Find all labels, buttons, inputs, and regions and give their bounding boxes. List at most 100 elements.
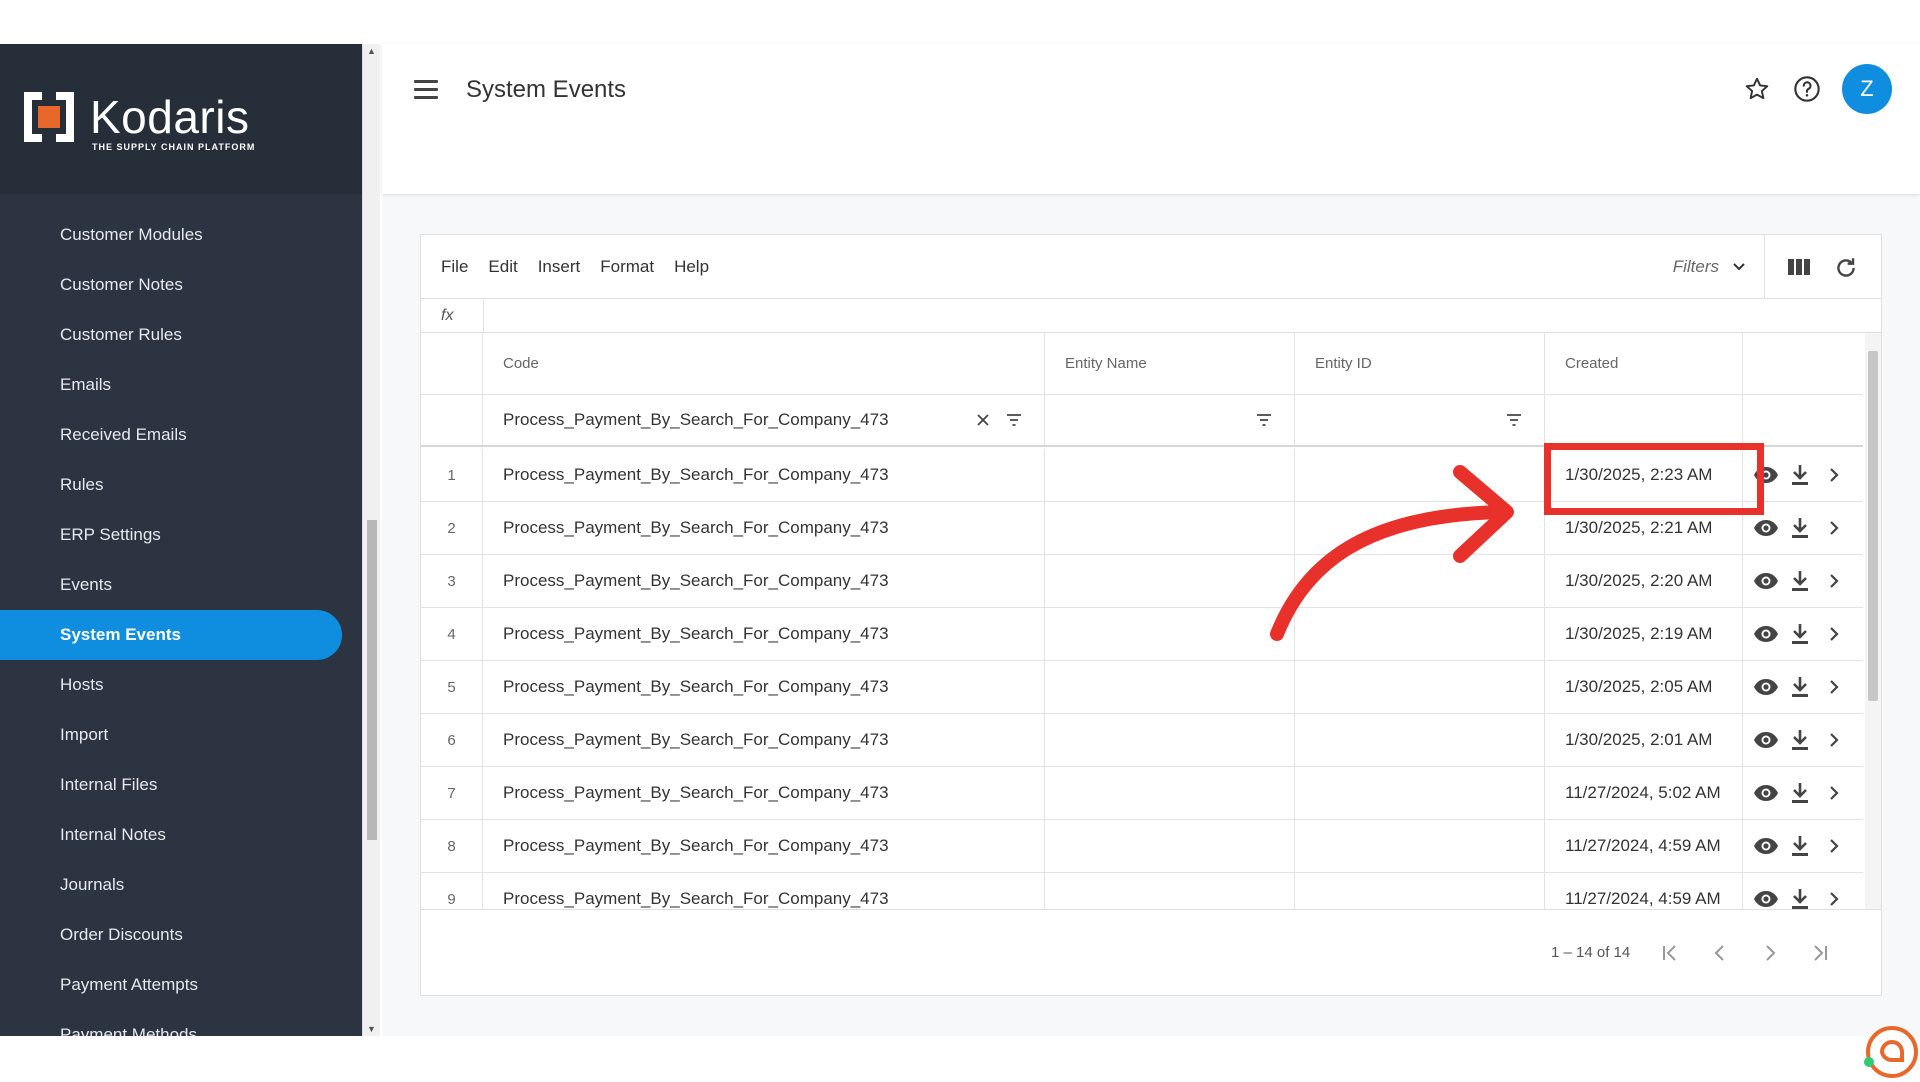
column-header-code[interactable]: Code bbox=[483, 333, 1045, 394]
filter-icon[interactable] bbox=[1006, 413, 1022, 427]
table-row[interactable]: 7 Process_Payment_By_Search_For_Company_4… bbox=[421, 767, 1863, 820]
entity-id-filter-input[interactable] bbox=[1295, 395, 1545, 445]
eye-icon[interactable] bbox=[1749, 890, 1783, 908]
created-cell[interactable]: 11/27/2024, 4:59 AM bbox=[1545, 820, 1743, 872]
eye-icon[interactable] bbox=[1749, 572, 1783, 590]
formula-bar[interactable]: fx bbox=[421, 299, 1881, 333]
eye-icon[interactable] bbox=[1749, 678, 1783, 696]
entity-name-cell[interactable] bbox=[1045, 661, 1295, 713]
menu-insert[interactable]: Insert bbox=[538, 257, 581, 277]
chevron-right-icon[interactable] bbox=[1817, 626, 1851, 642]
scroll-down-arrow-icon[interactable]: ▼ bbox=[367, 1024, 376, 1034]
created-cell[interactable]: 11/27/2024, 5:02 AM bbox=[1545, 767, 1743, 819]
sidebar-item-hosts[interactable]: Hosts bbox=[0, 660, 342, 710]
code-filter-input[interactable]: Process_Payment_By_Search_For_Company_47… bbox=[483, 395, 1045, 445]
entity-name-cell[interactable] bbox=[1045, 873, 1295, 909]
entity-id-cell[interactable] bbox=[1295, 820, 1545, 872]
chevron-right-icon[interactable] bbox=[1817, 732, 1851, 748]
entity-id-cell[interactable] bbox=[1295, 873, 1545, 909]
created-cell[interactable]: 1/30/2025, 2:19 AM bbox=[1545, 608, 1743, 660]
sidebar-item-customer-notes[interactable]: Customer Notes bbox=[0, 260, 342, 310]
sidebar-item-import[interactable]: Import bbox=[0, 710, 342, 760]
download-icon[interactable] bbox=[1783, 517, 1817, 539]
avatar[interactable]: Z bbox=[1842, 64, 1892, 114]
sidebar-item-received-emails[interactable]: Received Emails bbox=[0, 410, 342, 460]
column-header-entity-name[interactable]: Entity Name bbox=[1045, 333, 1295, 394]
code-cell[interactable]: Process_Payment_By_Search_For_Company_47… bbox=[483, 714, 1045, 766]
filter-icon[interactable] bbox=[1256, 413, 1272, 427]
menu-help[interactable]: Help bbox=[674, 257, 709, 277]
table-row[interactable]: 4 Process_Payment_By_Search_For_Company_4… bbox=[421, 608, 1863, 661]
table-row[interactable]: 3 Process_Payment_By_Search_For_Company_4… bbox=[421, 555, 1863, 608]
chat-widget-icon[interactable] bbox=[1860, 1022, 1920, 1082]
sidebar-item-payment-attempts[interactable]: Payment Attempts bbox=[0, 960, 342, 1010]
sidebar-item-events[interactable]: Events bbox=[0, 560, 342, 610]
eye-icon[interactable] bbox=[1749, 519, 1783, 537]
entity-name-cell[interactable] bbox=[1045, 767, 1295, 819]
created-cell[interactable]: 11/27/2024, 4:59 AM bbox=[1545, 873, 1743, 909]
entity-id-cell[interactable] bbox=[1295, 714, 1545, 766]
table-row[interactable]: 9 Process_Payment_By_Search_For_Company_4… bbox=[421, 873, 1863, 909]
created-cell[interactable]: 1/30/2025, 2:20 AM bbox=[1545, 555, 1743, 607]
filters-dropdown[interactable]: Filters bbox=[1673, 257, 1747, 277]
download-icon[interactable] bbox=[1783, 623, 1817, 645]
chevron-right-icon[interactable] bbox=[1817, 573, 1851, 589]
menu-icon[interactable] bbox=[414, 80, 438, 100]
sidebar-scrollbar[interactable]: ▲ ▼ bbox=[362, 44, 380, 1036]
columns-icon[interactable] bbox=[1787, 257, 1811, 282]
next-page-icon[interactable] bbox=[1755, 938, 1785, 968]
sidebar-item-customer-modules[interactable]: Customer Modules bbox=[0, 210, 342, 260]
download-icon[interactable] bbox=[1783, 782, 1817, 804]
code-cell[interactable]: Process_Payment_By_Search_For_Company_47… bbox=[483, 767, 1045, 819]
menu-file[interactable]: File bbox=[441, 257, 468, 277]
sidebar-item-payment-methods[interactable]: Payment Methods bbox=[0, 1010, 342, 1036]
download-icon[interactable] bbox=[1783, 888, 1817, 909]
star-icon[interactable] bbox=[1742, 74, 1772, 104]
filter-icon[interactable] bbox=[1506, 413, 1522, 427]
clear-icon[interactable] bbox=[976, 413, 990, 427]
chevron-right-icon[interactable] bbox=[1817, 838, 1851, 854]
chevron-right-icon[interactable] bbox=[1817, 785, 1851, 801]
entity-name-filter-input[interactable] bbox=[1045, 395, 1295, 445]
entity-name-cell[interactable] bbox=[1045, 820, 1295, 872]
sidebar-item-system-events[interactable]: System Events bbox=[0, 610, 342, 660]
entity-name-cell[interactable] bbox=[1045, 714, 1295, 766]
help-icon[interactable] bbox=[1792, 74, 1822, 104]
sidebar-item-journals[interactable]: Journals bbox=[0, 860, 342, 910]
column-header-entity-id[interactable]: Entity ID bbox=[1295, 333, 1545, 394]
download-icon[interactable] bbox=[1783, 570, 1817, 592]
table-row[interactable]: 5 Process_Payment_By_Search_For_Company_4… bbox=[421, 661, 1863, 714]
menu-edit[interactable]: Edit bbox=[488, 257, 517, 277]
sidebar-item-rules[interactable]: Rules bbox=[0, 460, 342, 510]
table-row[interactable]: 6 Process_Payment_By_Search_For_Company_4… bbox=[421, 714, 1863, 767]
column-header-created[interactable]: Created bbox=[1545, 333, 1743, 394]
chevron-right-icon[interactable] bbox=[1817, 679, 1851, 695]
sidebar-item-order-discounts[interactable]: Order Discounts bbox=[0, 910, 342, 960]
chevron-right-icon[interactable] bbox=[1817, 467, 1851, 483]
refresh-icon[interactable] bbox=[1833, 255, 1859, 286]
download-icon[interactable] bbox=[1783, 835, 1817, 857]
chevron-right-icon[interactable] bbox=[1817, 520, 1851, 536]
code-cell[interactable]: Process_Payment_By_Search_For_Company_47… bbox=[483, 873, 1045, 909]
first-page-icon[interactable] bbox=[1655, 938, 1685, 968]
sidebar-item-internal-files[interactable]: Internal Files bbox=[0, 760, 342, 810]
grid-vertical-scrollbar[interactable] bbox=[1865, 333, 1881, 909]
eye-icon[interactable] bbox=[1749, 837, 1783, 855]
download-icon[interactable] bbox=[1783, 464, 1817, 486]
code-cell[interactable]: Process_Payment_By_Search_For_Company_47… bbox=[483, 661, 1045, 713]
sidebar-item-erp-settings[interactable]: ERP Settings bbox=[0, 510, 342, 560]
entity-id-cell[interactable] bbox=[1295, 661, 1545, 713]
previous-page-icon[interactable] bbox=[1705, 938, 1735, 968]
code-cell[interactable]: Process_Payment_By_Search_For_Company_47… bbox=[483, 555, 1045, 607]
sidebar-scroll-thumb[interactable] bbox=[367, 520, 377, 840]
eye-icon[interactable] bbox=[1749, 731, 1783, 749]
grid-vertical-scroll-thumb[interactable] bbox=[1868, 351, 1878, 701]
sidebar-item-internal-notes[interactable]: Internal Notes bbox=[0, 810, 342, 860]
eye-icon[interactable] bbox=[1749, 784, 1783, 802]
download-icon[interactable] bbox=[1783, 676, 1817, 698]
code-cell[interactable]: Process_Payment_By_Search_For_Company_47… bbox=[483, 502, 1045, 554]
sidebar-item-emails[interactable]: Emails bbox=[0, 360, 342, 410]
sidebar-item-customer-rules[interactable]: Customer Rules bbox=[0, 310, 342, 360]
scroll-up-arrow-icon[interactable]: ▲ bbox=[367, 46, 376, 56]
entity-id-cell[interactable] bbox=[1295, 767, 1545, 819]
